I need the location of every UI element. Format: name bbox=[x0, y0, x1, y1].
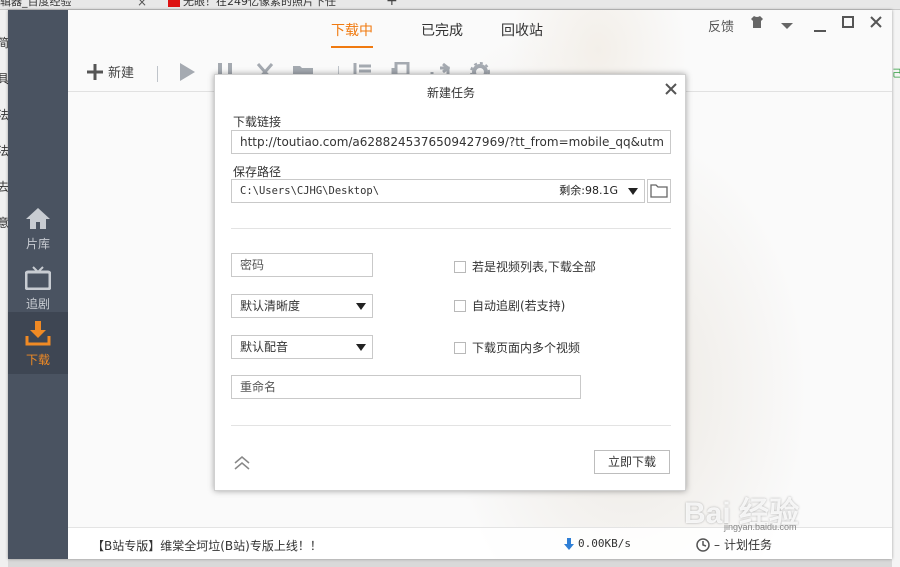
sidebar-item-label: 下载 bbox=[25, 353, 50, 367]
download-icon bbox=[25, 321, 51, 346]
folder-icon bbox=[650, 184, 668, 198]
chevron-down-icon bbox=[356, 344, 366, 351]
dialog-title: 新建任务 bbox=[426, 86, 475, 100]
audio-select[interactable]: 默认配音 bbox=[231, 335, 373, 359]
chevron-down-icon bbox=[356, 303, 366, 310]
speed-value: 0.00KB/s bbox=[578, 537, 631, 550]
sidebar-item-download[interactable]: 下载 bbox=[8, 312, 68, 374]
audio-value: 默认配音 bbox=[240, 340, 289, 354]
checkbox-box[interactable] bbox=[454, 260, 466, 273]
new-task-button[interactable]: 新建 bbox=[86, 62, 134, 81]
menu-arrow-icon[interactable] bbox=[780, 19, 794, 34]
baidu-watermark: Bai 经验 jingyan.baidu.com bbox=[684, 488, 799, 532]
close-icon[interactable] bbox=[870, 16, 882, 32]
sidebar-item-series[interactable]: 追剧 bbox=[8, 258, 68, 318]
feedback-link[interactable]: 反馈 bbox=[708, 16, 734, 35]
download-all-checkbox[interactable]: 若是视频列表,下载全部 bbox=[454, 258, 596, 275]
checkbox-label: 自动追剧(若支持) bbox=[472, 299, 566, 313]
maximize-icon[interactable] bbox=[842, 16, 854, 32]
auto-follow-checkbox[interactable]: 自动追剧(若支持) bbox=[454, 297, 565, 314]
browser-tab-2-label: 无眼！在249亿像素的照片下任 bbox=[183, 0, 336, 8]
tab-recycle-bin[interactable]: 回收站 bbox=[501, 20, 543, 48]
background-page-right: 己 bbox=[892, 10, 900, 567]
schedule-label: 计划任务 bbox=[724, 538, 773, 552]
divider bbox=[231, 228, 671, 229]
bg-char: 己 bbox=[892, 69, 900, 80]
sidebar-item-label: 片库 bbox=[25, 237, 50, 251]
checkbox-label: 下载页面内多个视频 bbox=[472, 341, 581, 355]
new-task-label: 新建 bbox=[108, 66, 135, 81]
site-favicon-icon bbox=[168, 0, 180, 7]
tab-downloading[interactable]: 下载中 bbox=[331, 20, 373, 48]
schedule-task-button[interactable]: – 计划任务 bbox=[696, 536, 772, 553]
checkbox-label: 若是视频列表,下载全部 bbox=[472, 260, 596, 274]
dialog-close-icon[interactable] bbox=[665, 80, 677, 99]
browser-tab-1[interactable]: 辑器_百度经验 bbox=[0, 0, 150, 10]
rename-input[interactable]: 重命名 bbox=[231, 375, 581, 399]
save-path-label: 保存路径 bbox=[233, 165, 282, 179]
down-arrow-icon bbox=[564, 537, 574, 550]
browser-tab-close-icon[interactable]: × bbox=[137, 0, 147, 9]
browse-folder-button[interactable] bbox=[647, 179, 671, 203]
url-input[interactable]: http://toutiao.com/a6288245376509427969/… bbox=[231, 130, 671, 154]
divider bbox=[231, 425, 671, 426]
quality-select[interactable]: 默认清晰度 bbox=[231, 294, 373, 318]
new-task-dialog: 新建任务 下载链接 http://toutiao.com/a6288245376… bbox=[214, 74, 686, 491]
new-tab-button[interactable]: + bbox=[386, 0, 398, 9]
play-icon[interactable] bbox=[178, 62, 196, 86]
checkbox-box[interactable] bbox=[454, 299, 466, 312]
browser-tab-2[interactable]: 无眼！在249亿像素的照片下任 bbox=[168, 0, 378, 10]
browser-tab-strip: 辑器_百度经验 × 无眼！在249亿像素的照片下任 + bbox=[0, 0, 900, 10]
schedule-dash: – bbox=[714, 537, 720, 552]
tv-icon bbox=[25, 266, 51, 290]
checkbox-box[interactable] bbox=[454, 341, 466, 354]
save-path-value: C:\Users\CJHG\Desktop\ bbox=[240, 185, 380, 197]
plus-icon bbox=[87, 63, 103, 80]
sidebar: 片库 追剧 下载 bbox=[8, 10, 68, 559]
download-now-button[interactable]: 立即下载 bbox=[594, 450, 670, 474]
collapse-icon[interactable] bbox=[233, 455, 251, 475]
sidebar-item-library[interactable]: 片库 bbox=[8, 198, 68, 258]
home-icon bbox=[26, 208, 50, 229]
clock-icon bbox=[696, 537, 710, 552]
minimize-icon[interactable] bbox=[814, 22, 826, 37]
multi-video-checkbox[interactable]: 下载页面内多个视频 bbox=[454, 339, 580, 356]
download-speed: 0.00KB/s bbox=[564, 537, 631, 550]
password-input[interactable]: 密码 bbox=[231, 253, 373, 277]
sidebar-item-label: 追剧 bbox=[25, 297, 50, 311]
quality-value: 默认清晰度 bbox=[240, 299, 301, 313]
chevron-down-icon bbox=[628, 188, 638, 195]
tab-completed[interactable]: 已完成 bbox=[421, 20, 463, 48]
free-space: 剩余:98.1G bbox=[559, 184, 618, 197]
save-path-select[interactable]: C:\Users\CJHG\Desktop\ 剩余:98.1G bbox=[231, 179, 645, 203]
top-tab-bar: 下载中 已完成 回收站 反馈 bbox=[68, 10, 892, 50]
url-label: 下载链接 bbox=[233, 115, 282, 129]
announcement-text[interactable]: 【B站专版】维棠全坷垃(B站)专版上线！！ bbox=[92, 537, 322, 554]
toolbar-divider bbox=[157, 66, 158, 82]
skin-icon[interactable] bbox=[750, 15, 764, 33]
watermark-url: jingyan.baidu.com bbox=[724, 522, 797, 532]
background-page-left: 简 具 法 法 去 意 bbox=[0, 10, 9, 567]
